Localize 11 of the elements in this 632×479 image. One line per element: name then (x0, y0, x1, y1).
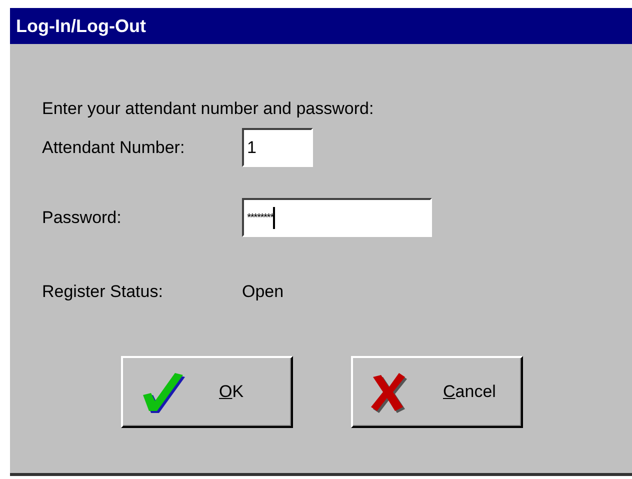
status-value: Open (242, 282, 284, 302)
ok-button[interactable]: OK (121, 356, 293, 428)
status-label: Register Status: (42, 282, 164, 302)
input-field[interactable]: ******** (242, 198, 432, 237)
window-title: Log-In/Log-Out (16, 16, 146, 36)
cross-icon (369, 371, 409, 413)
instruction-text: Enter your attendant number and password: (42, 98, 375, 120)
field-label: Attendant Number: (42, 138, 186, 158)
field-label: Password: (42, 208, 122, 228)
input-field[interactable]: 1 (242, 128, 313, 167)
cancel-button[interactable]: Cancel (351, 356, 523, 428)
